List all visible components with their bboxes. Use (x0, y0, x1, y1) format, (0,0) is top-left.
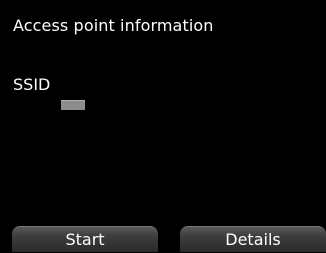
ssid-label: SSID (13, 75, 51, 94)
details-button[interactable]: Details (180, 226, 326, 252)
start-button[interactable]: Start (12, 226, 158, 252)
ssid-value-redacted (61, 100, 85, 110)
lcd-screen: Access point information SSID Start Deta… (0, 0, 326, 252)
page-title: Access point information (13, 16, 214, 35)
